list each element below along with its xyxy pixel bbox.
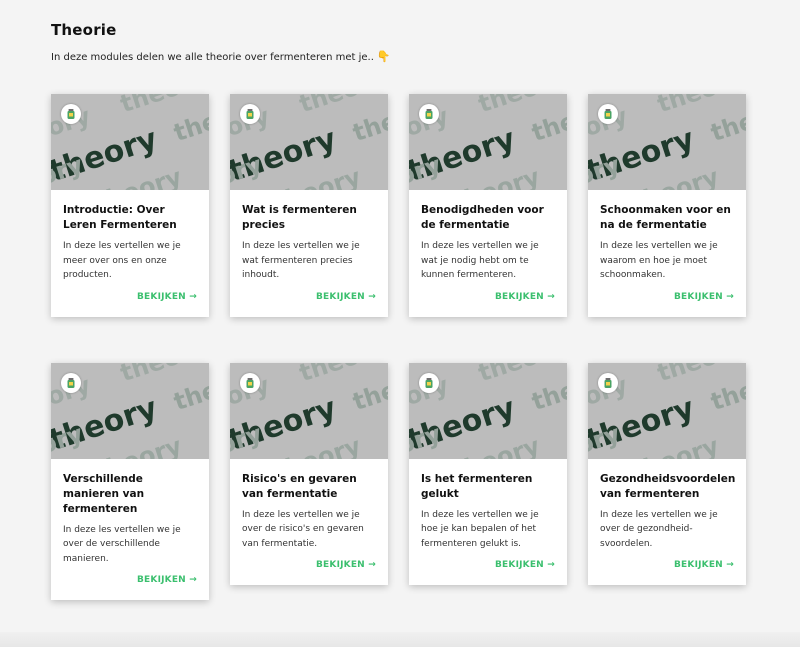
page-subtitle: In deze modules delen we alle theorie ov… xyxy=(51,50,391,63)
card-title: Is het fermenteren gelukt xyxy=(421,472,533,500)
card-title: Benodigdheden voor de fermentatie xyxy=(421,204,544,231)
brand-logo-icon xyxy=(419,104,439,124)
view-link[interactable]: BEKIJKEN → xyxy=(600,560,734,570)
card-description: In deze les vertellen we je wat fermente… xyxy=(242,241,360,280)
brand-logo-icon xyxy=(598,104,618,124)
view-link[interactable]: BEKIJKEN → xyxy=(63,575,197,585)
card-description: In deze les vertellen we je waarom en ho… xyxy=(600,241,718,280)
card-body: Gezondheidsvoordelen van fermenteren In … xyxy=(588,459,746,586)
card-description: In deze les vertellen we je meer over on… xyxy=(63,241,181,280)
card-thumbnail: theory theory theory theory theory theor… xyxy=(409,362,567,459)
card-thumbnail: theory theory theory theory theory theor… xyxy=(51,362,209,459)
bottom-bar xyxy=(0,632,800,647)
card-thumbnail: theory theory theory theory theory theor… xyxy=(588,362,746,459)
module-card[interactable]: theory theory theory theory theory theor… xyxy=(51,362,209,601)
card-thumbnail: theory theory theory theory theory theor… xyxy=(409,94,567,190)
view-link[interactable]: BEKIJKEN → xyxy=(242,560,376,570)
card-body: Benodigdheden voor de fermentatie In dez… xyxy=(409,190,567,317)
card-title: Risico's en gevaren van fermentatie xyxy=(242,472,357,500)
card-body: Is het fermenteren gelukt In deze les ve… xyxy=(409,459,567,586)
card-body: Introductie: Over Leren Fermenteren In d… xyxy=(51,190,209,317)
card-body: Risico's en gevaren van fermentatie In d… xyxy=(230,459,388,586)
view-link[interactable]: BEKIJKEN → xyxy=(600,292,734,302)
card-title: Introductie: Over Leren Fermenteren xyxy=(63,204,177,231)
pointing-down-icon: 👇 xyxy=(376,50,391,63)
module-grid: theory theory theory theory theory theor… xyxy=(51,94,746,600)
card-description: In deze les vertellen we je over de gezo… xyxy=(600,509,718,549)
module-card[interactable]: theory theory theory theory theory theor… xyxy=(230,362,388,586)
card-description: In deze les vertellen we je over de vers… xyxy=(63,524,181,564)
module-card[interactable]: theory theory theory theory theory theor… xyxy=(588,362,746,586)
module-card[interactable]: theory theory theory theory theory theor… xyxy=(230,94,388,317)
card-thumbnail: theory theory theory theory theory theor… xyxy=(230,362,388,459)
card-body: Verschillende manieren van fermenteren I… xyxy=(51,459,209,601)
module-card[interactable]: theory theory theory theory theory theor… xyxy=(409,362,567,586)
module-card[interactable]: theory theory theory theory theory theor… xyxy=(409,94,567,317)
module-card[interactable]: theory theory theory theory theory theor… xyxy=(51,94,209,317)
brand-logo-icon xyxy=(419,372,439,393)
card-body: Schoonmaken voor en na de fermentatie In… xyxy=(588,190,746,317)
card-thumbnail: theory theory theory theory theory theor… xyxy=(51,94,209,190)
brand-logo-icon xyxy=(240,372,260,393)
card-thumbnail: theory theory theory theory theory theor… xyxy=(230,94,388,190)
card-title: Gezondheidsvoordelen van fermenteren xyxy=(600,472,736,500)
brand-logo-icon xyxy=(61,104,81,124)
card-thumbnail: theory theory theory theory theory theor… xyxy=(588,94,746,190)
view-link[interactable]: BEKIJKEN → xyxy=(421,560,555,570)
view-link[interactable]: BEKIJKEN → xyxy=(63,292,197,302)
brand-logo-icon xyxy=(240,104,260,124)
card-title: Verschillende manieren van fermenteren xyxy=(63,472,145,515)
card-description: In deze les vertellen we je over de risi… xyxy=(242,509,364,549)
card-body: Wat is fermenteren precies In deze les v… xyxy=(230,190,388,317)
view-link[interactable]: BEKIJKEN → xyxy=(242,292,376,302)
brand-logo-icon xyxy=(598,372,618,393)
module-card[interactable]: theory theory theory theory theory theor… xyxy=(588,94,746,317)
brand-logo-icon xyxy=(61,372,81,393)
view-link[interactable]: BEKIJKEN → xyxy=(421,292,555,302)
page-subtitle-text: In deze modules delen we alle theorie ov… xyxy=(51,52,374,63)
page-title: Theorie xyxy=(51,21,117,39)
card-title: Schoonmaken voor en na de fermentatie xyxy=(600,204,731,231)
card-description: In deze les vertellen we je wat je nodig… xyxy=(421,241,539,280)
card-description: In deze les vertellen we je hoe je kan b… xyxy=(421,509,539,549)
card-title: Wat is fermenteren precies xyxy=(242,204,357,231)
